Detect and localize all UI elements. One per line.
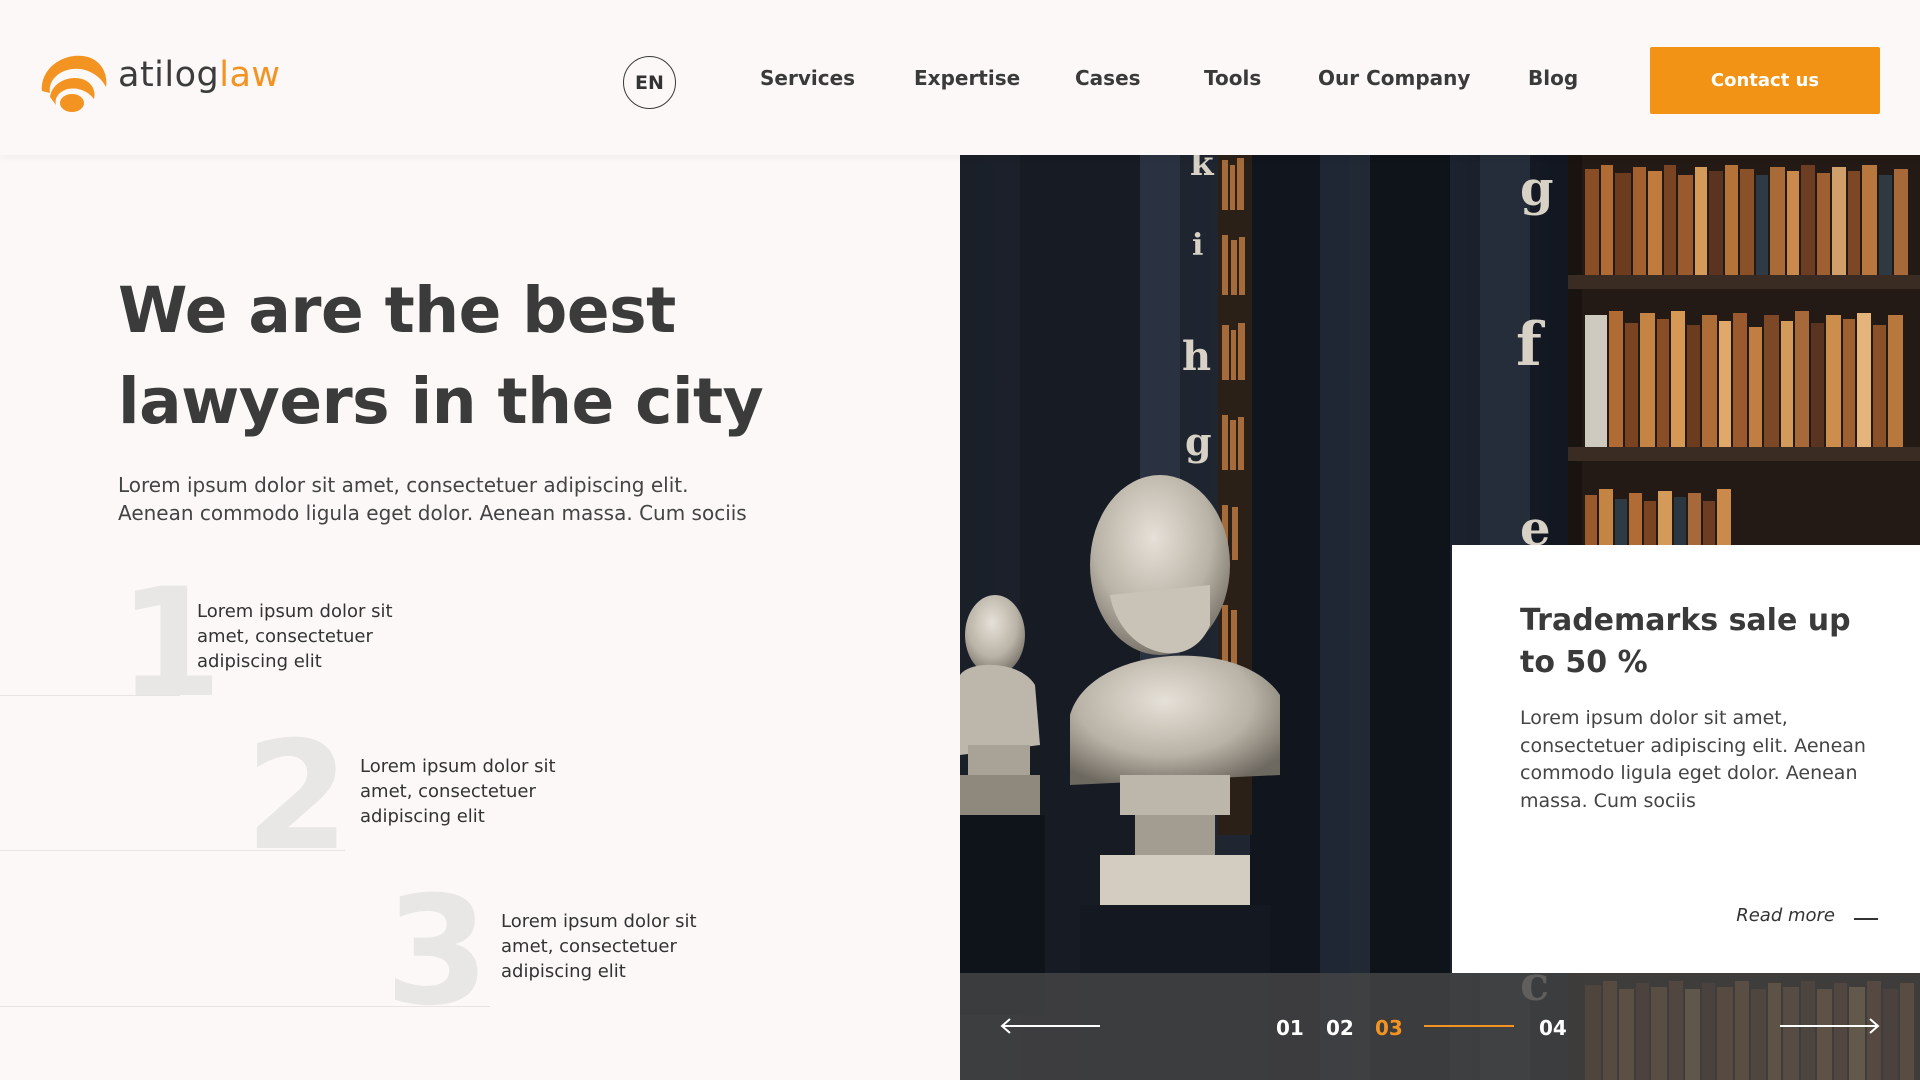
language-switcher[interactable]: EN (623, 56, 676, 109)
shelf-letter: h (1182, 333, 1211, 380)
dash-icon (1854, 918, 1878, 920)
nav-services[interactable]: Services (760, 66, 855, 96)
slide-progress-bar (1424, 1025, 1514, 1027)
slide-page-01[interactable]: 01 (1276, 1016, 1304, 1040)
brand-name-part2: law (219, 55, 281, 95)
brand-logo[interactable]: atiloglaw (36, 46, 281, 114)
read-more-link[interactable]: Read more (1736, 905, 1835, 926)
promo-card-text: Lorem ipsum dolor sit amet, consectetuer… (1520, 707, 1866, 812)
brand-name-part1: atilog (118, 55, 220, 95)
slide-page-04[interactable]: 04 (1539, 1016, 1567, 1040)
shelf-letter: g (1185, 419, 1212, 464)
brand-name: atiloglaw (118, 55, 281, 95)
step-text: Lorem ipsum dolor sit amet, consectetuer… (197, 601, 393, 672)
step-text: Lorem ipsum dolor sit amet, consectetuer… (360, 756, 556, 827)
arrow-left-icon[interactable] (1000, 1016, 1102, 1036)
slide-page-03[interactable]: 03 (1375, 1016, 1403, 1040)
nav-our-company[interactable]: Our Company (1318, 66, 1470, 96)
shelf-letter: k (1190, 155, 1215, 184)
shelf-letter: i (1192, 228, 1203, 263)
step-divider (0, 1006, 490, 1007)
nav-blog[interactable]: Blog (1528, 66, 1578, 96)
arrow-right-icon[interactable] (1778, 1016, 1880, 1036)
contact-us-button[interactable]: Contact us (1650, 47, 1880, 114)
promo-card: Trademarks sale up to 50 % Lorem ipsum d… (1452, 545, 1920, 973)
shelf-letter: f (1516, 310, 1546, 380)
step-number: 2 (245, 710, 350, 884)
hero-title-line2: lawyers in the city (118, 365, 764, 438)
step-divider (0, 850, 345, 851)
site-header: atiloglaw EN Services Expertise Cases To… (0, 0, 1920, 155)
nav-tools[interactable]: Tools (1204, 66, 1261, 96)
swirl-logo-icon (41, 55, 107, 112)
step-number: 3 (385, 865, 490, 1039)
nav-cases[interactable]: Cases (1075, 66, 1141, 96)
step-text: Lorem ipsum dolor sit amet, consectetuer… (501, 911, 697, 982)
hero-title-line1: We are the best (118, 274, 676, 347)
nav-expertise[interactable]: Expertise (914, 66, 1020, 96)
hero-description: Lorem ipsum dolor sit amet, consectetuer… (118, 473, 747, 525)
shelf-letter: g (1520, 161, 1554, 217)
hero-title: We are the best lawyers in the city (118, 265, 798, 447)
step-divider (0, 695, 180, 696)
slider-controls: 01 02 03 04 (960, 973, 1920, 1080)
slide-page-02[interactable]: 02 (1326, 1016, 1354, 1040)
promo-card-title: Trademarks sale up to 50 % (1520, 603, 1851, 680)
